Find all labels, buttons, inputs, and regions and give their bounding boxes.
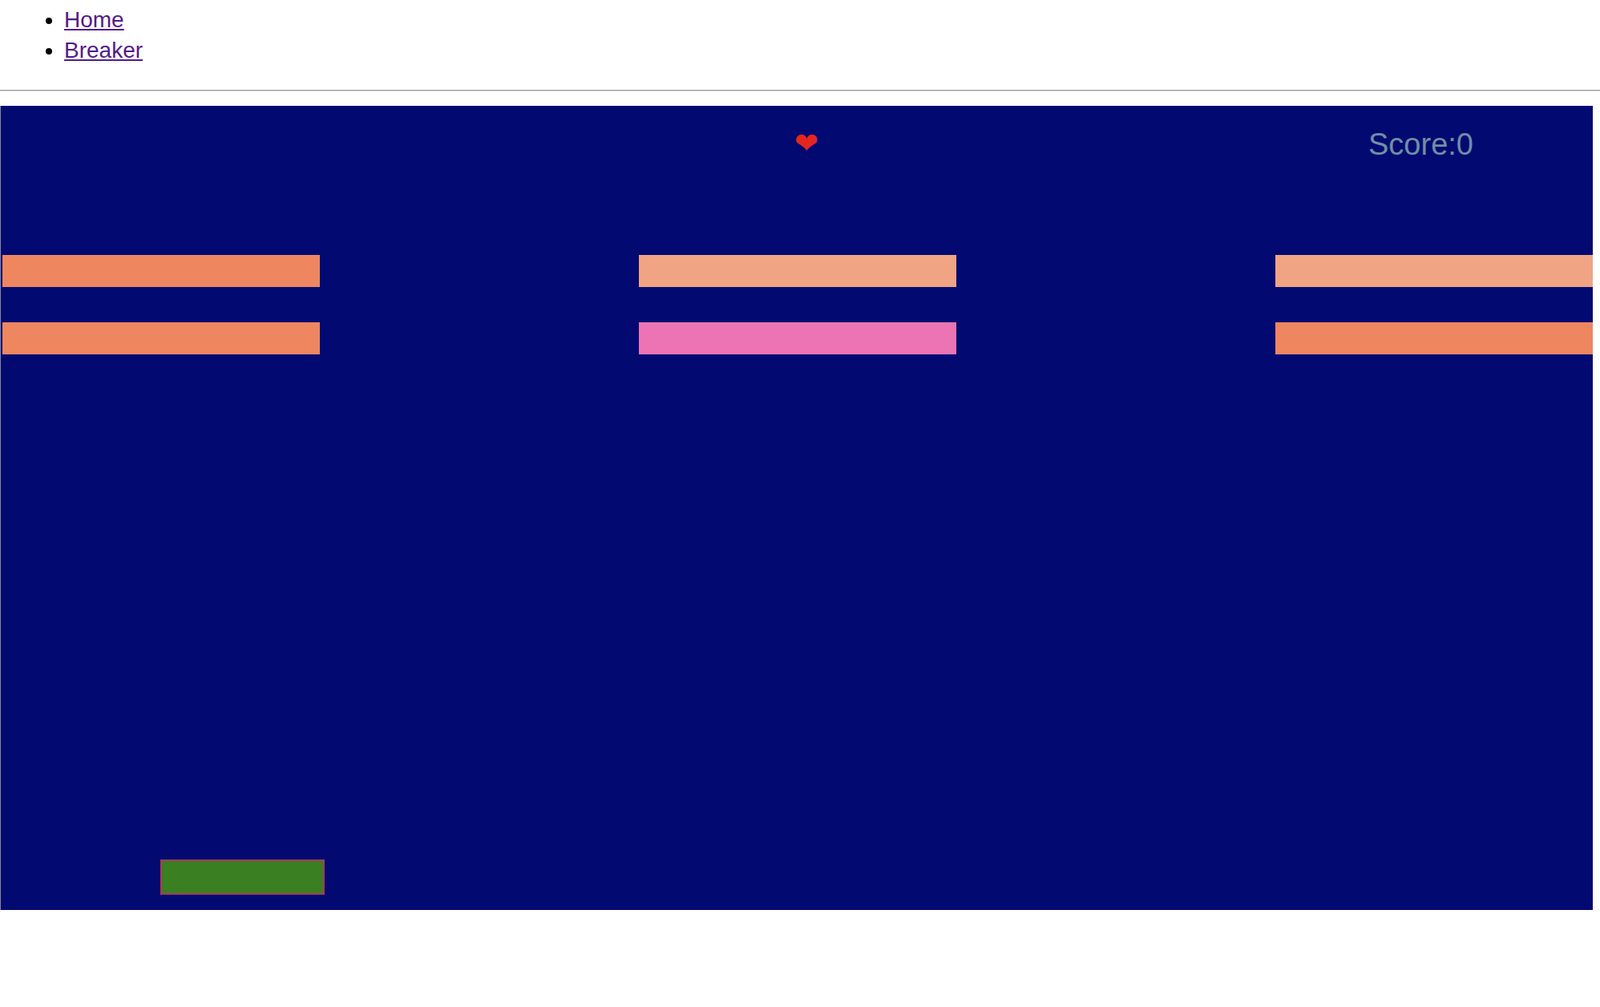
game-canvas[interactable]: ❤ Score:0 [0, 105, 1593, 910]
heart-icon: ❤ [794, 125, 819, 162]
brick [1275, 322, 1593, 355]
nav-item: Home [64, 4, 1600, 36]
nav-link[interactable]: Home [64, 7, 125, 33]
divider [0, 89, 1600, 92]
nav-link[interactable]: Breaker [64, 37, 143, 63]
brick [638, 254, 957, 287]
nav-item: Breaker [64, 35, 1600, 66]
brick-row [2, 254, 1593, 287]
lives: ❤ [794, 125, 819, 162]
brick [638, 322, 957, 355]
paddle[interactable] [160, 859, 325, 895]
page: Home Breaker ❤ Score:0 [0, 0, 1600, 910]
brick-row [2, 322, 1593, 355]
nav-list: Home Breaker [0, 4, 1600, 66]
brick [2, 254, 320, 287]
brick [2, 322, 320, 355]
brick [1275, 254, 1593, 287]
score: Score:0 [1368, 126, 1474, 162]
